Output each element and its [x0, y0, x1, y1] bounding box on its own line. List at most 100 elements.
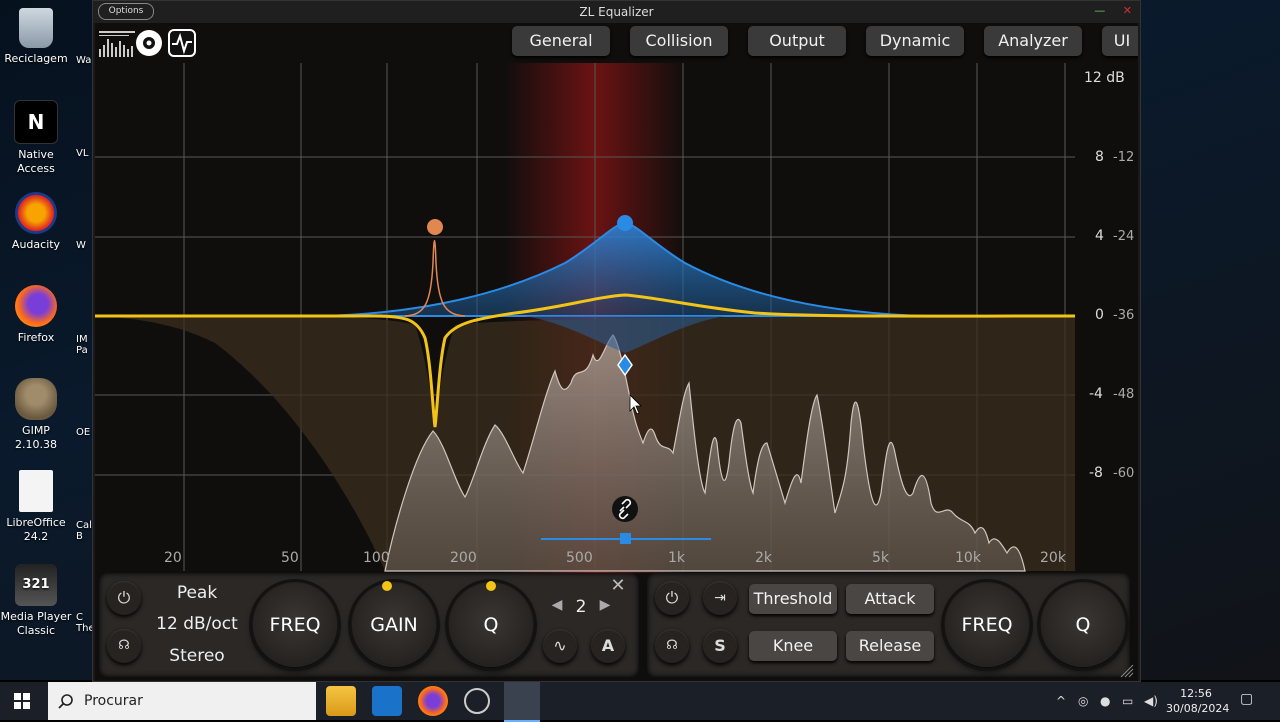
desktop-icon-label: Reciclagem: [4, 52, 68, 65]
firefox-taskbar-icon[interactable]: [418, 686, 448, 716]
band-index: 2: [575, 597, 587, 617]
sidechain-swap-button[interactable]: S: [703, 629, 737, 663]
freq-label: 20k: [1040, 550, 1066, 566]
resize-grip-icon[interactable]: [1119, 663, 1135, 679]
recycle-bin-desktop-icon[interactable]: Reciclagem: [0, 8, 72, 66]
slope-select[interactable]: 12 dB/oct: [151, 614, 243, 634]
audacity-desktop-icon[interactable]: Audacity: [0, 192, 72, 252]
gimp-icon: [15, 378, 57, 420]
band-panel: ⏻ ☊ Peak 12 dB/oct Stereo FREQ GAIN Q ◀ …: [99, 573, 639, 677]
auto-gain-button[interactable]: A: [591, 629, 625, 663]
side-chain-slider-handle[interactable]: [620, 533, 631, 544]
level-label: -12: [1113, 150, 1135, 165]
native-instruments-icon: N: [14, 100, 58, 144]
stereo-mode-select[interactable]: Stereo: [151, 646, 243, 666]
partial-icon-label: IM Pa: [76, 334, 88, 356]
db-label: 12 dB: [1084, 70, 1125, 86]
power-icon: ⏻: [117, 588, 131, 607]
dynamic-solo-button[interactable]: ☊: [655, 629, 689, 663]
tab-output[interactable]: Output: [748, 26, 846, 56]
search-icon: [58, 694, 73, 709]
dynamic-bypass-button[interactable]: ⏻: [655, 581, 689, 615]
gain-knob[interactable]: GAIN: [348, 579, 440, 671]
firefox-desktop-icon[interactable]: Firefox: [0, 285, 72, 345]
partial-icon-label: Cal B: [76, 520, 92, 542]
desktop-icon-label: Media Player Classic: [0, 610, 72, 637]
partial-icon-label: VL: [76, 148, 89, 159]
tray-chevron-icon[interactable]: ^: [1056, 694, 1066, 708]
db-label: -8: [1089, 465, 1103, 481]
sidechain-input-button[interactable]: ⇥: [703, 581, 737, 615]
tab-analyzer[interactable]: Analyzer: [984, 26, 1082, 56]
level-label: -48: [1113, 387, 1135, 402]
q-knob[interactable]: Q: [445, 579, 537, 671]
window-titlebar[interactable]: Options ZL Equalizer — ✕: [93, 1, 1140, 23]
knee-button[interactable]: Knee: [749, 631, 837, 661]
freq-label: 2k: [755, 550, 773, 566]
plugin-logo-icon: [99, 29, 196, 57]
media-player-classic-desktop-icon[interactable]: 321 Media Player Classic: [0, 564, 72, 638]
freq-label: 10k: [955, 550, 981, 566]
close-band-button[interactable]: ✕: [607, 575, 629, 596]
notch-band-handle[interactable]: [427, 219, 443, 235]
freq-knob[interactable]: FREQ: [249, 579, 341, 671]
gimp-desktop-icon[interactable]: GIMP 2.10.38: [0, 378, 72, 452]
file-explorer-icon[interactable]: [326, 686, 356, 716]
windows-start-icon[interactable]: [14, 693, 30, 709]
plugin-area: General Collision Output Dynamic Analyze…: [95, 23, 1138, 681]
freq-label: 100: [363, 550, 390, 566]
freq-label: 50: [281, 550, 299, 566]
window-controls: — ✕: [1080, 4, 1132, 17]
libreoffice-desktop-icon[interactable]: LibreOffice 24.2: [0, 470, 72, 544]
headphones-icon: ☊: [118, 638, 130, 653]
equalizer-window: Options ZL Equalizer — ✕ General Collisi…: [92, 0, 1141, 682]
attack-button[interactable]: Attack: [846, 584, 934, 614]
microphone-icon[interactable]: ●: [1100, 694, 1110, 708]
obs-icon[interactable]: [464, 688, 490, 714]
tab-collision[interactable]: Collision: [630, 26, 728, 56]
window-title: ZL Equalizer: [579, 5, 654, 19]
notifications-icon[interactable]: ▢: [1240, 691, 1253, 707]
band-solo-button[interactable]: ☊: [107, 629, 141, 663]
zl-equalizer-taskbar-icon[interactable]: [504, 682, 540, 722]
volume-icon[interactable]: ◀): [1144, 694, 1158, 708]
clock-time: 12:56: [1180, 687, 1212, 700]
document-icon: [19, 470, 53, 512]
partial-icon-label: W: [76, 240, 86, 251]
tray-app-icon[interactable]: ◎: [1078, 694, 1088, 708]
level-label: -60: [1113, 466, 1135, 481]
sign-in-icon: ⇥: [714, 590, 726, 606]
freq-label: 20: [164, 550, 182, 566]
tab-dynamic[interactable]: Dynamic: [866, 26, 964, 56]
close-button[interactable]: ✕: [1123, 4, 1132, 17]
band-bypass-button[interactable]: ⏻: [107, 581, 141, 615]
freq-label: 1k: [668, 550, 686, 566]
eq-graph[interactable]: [95, 63, 1138, 573]
tab-ui[interactable]: UI: [1102, 26, 1138, 56]
network-icon[interactable]: ▭: [1122, 694, 1133, 708]
db-label: 0: [1095, 307, 1104, 323]
sidechain-q-knob[interactable]: Q: [1037, 579, 1129, 671]
taskbar-clock[interactable]: 12:56 30/08/2024: [1166, 686, 1230, 716]
minimize-button[interactable]: —: [1094, 4, 1105, 17]
freq-label: 200: [450, 550, 477, 566]
native-access-desktop-icon[interactable]: N Native Access: [0, 100, 72, 176]
filter-type-select[interactable]: Peak: [151, 583, 243, 603]
taskbar: Procurar ^ ◎ ● ▭ ◀) 12:56 30/08/2024 ▢: [0, 682, 1280, 722]
desktop-icon-label: LibreOffice 24.2: [6, 516, 66, 543]
prev-band-button[interactable]: ◀: [549, 597, 565, 613]
dynamic-toggle-button[interactable]: ∿: [543, 629, 577, 663]
next-band-button[interactable]: ▶: [597, 597, 613, 613]
level-label: -36: [1113, 308, 1135, 323]
mail-icon[interactable]: [372, 686, 402, 716]
taskbar-search[interactable]: Procurar: [48, 682, 316, 720]
threshold-button[interactable]: Threshold: [749, 584, 837, 614]
clock-date: 30/08/2024: [1166, 702, 1230, 715]
desktop-icon-label: GIMP 2.10.38: [15, 424, 57, 451]
q-knob-indicator: [486, 581, 496, 591]
tab-general[interactable]: General: [512, 26, 610, 56]
peak-band-handle[interactable]: [617, 215, 633, 231]
release-button[interactable]: Release: [846, 631, 934, 661]
sidechain-freq-knob[interactable]: FREQ: [941, 579, 1033, 671]
firefox-icon: [15, 285, 57, 327]
